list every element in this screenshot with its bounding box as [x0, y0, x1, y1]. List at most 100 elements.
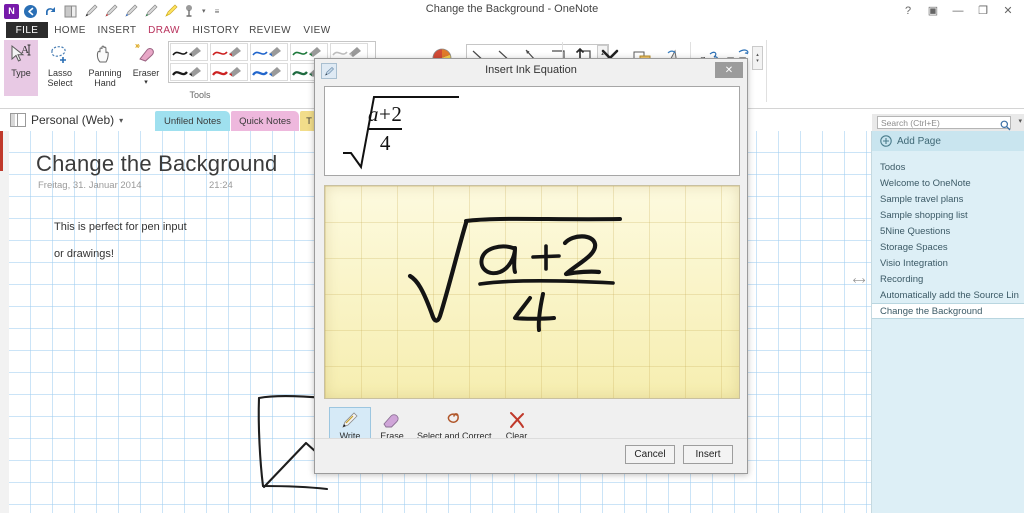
equation-preview: a+2 4: [324, 86, 740, 176]
numerator-variable: a: [368, 102, 379, 126]
page-list-item[interactable]: Automatically add the Source Lin: [872, 287, 1024, 303]
section-tab-quick-notes[interactable]: Quick Notes: [231, 111, 299, 131]
fraction-numerator: a+2: [368, 102, 402, 127]
ribbon-tab-strip: FILE HOME INSERT DRAW HISTORY REVIEW VIE…: [0, 22, 1024, 38]
restore-button[interactable]: ❐: [971, 2, 995, 19]
tab-history[interactable]: HISTORY: [192, 22, 240, 38]
eraser-icon: [133, 40, 159, 66]
pen-write-icon: [340, 409, 360, 431]
page-date: Freitag, 31. Januar 2014: [38, 180, 142, 191]
tab-insert[interactable]: INSERT: [96, 22, 138, 38]
pen-swatch[interactable]: [170, 43, 208, 61]
tab-draw[interactable]: DRAW: [144, 22, 184, 39]
page-list-item-selected[interactable]: Change the Background: [872, 303, 1024, 319]
pen-swatch[interactable]: [210, 63, 248, 81]
tab-view[interactable]: VIEW: [300, 22, 334, 38]
lasso-select-icon: [47, 40, 73, 66]
page-item-label: Change the Background: [880, 306, 982, 317]
insert-button[interactable]: Insert: [683, 445, 733, 464]
dialog-footer: Cancel Insert: [315, 438, 747, 473]
search-row: Search (Ctrl+E) ▾: [872, 114, 1024, 131]
ribbon-group-tools: A Type Lasso Select: [0, 38, 268, 102]
tool-type-button[interactable]: A Type: [4, 40, 38, 96]
page-item-label: Sample shopping list: [880, 210, 968, 221]
ink-tool-clear[interactable]: Clear: [496, 407, 538, 442]
section-tab-label: T: [306, 116, 312, 127]
tool-lasso-select-button[interactable]: Lasso Select: [40, 40, 80, 96]
expand-arrows-icon[interactable]: ⤢: [850, 272, 867, 289]
pen-swatch[interactable]: [210, 43, 248, 61]
search-dropdown-icon[interactable]: ▾: [1018, 117, 1022, 125]
tab-review[interactable]: REVIEW: [248, 22, 292, 38]
tool-eraser-dropdown[interactable]: ▾: [144, 78, 148, 88]
section-tab-label: Quick Notes: [239, 116, 291, 127]
ink-tool-write[interactable]: Write: [329, 407, 371, 442]
notebook-selector[interactable]: Personal (Web) ▾: [10, 111, 123, 129]
ink-tool-select-and-correct[interactable]: Select and Correct: [413, 407, 496, 442]
lasso-correct-icon: [443, 409, 465, 431]
ribbon-display-button[interactable]: ▣: [921, 2, 945, 19]
window-controls: ? ▣ — ❐ ✕: [896, 2, 1020, 19]
page-item-label: 5Nine Questions: [880, 226, 950, 237]
notebook-icon: [10, 113, 26, 127]
page-body-line-2[interactable]: or drawings!: [54, 248, 114, 260]
search-input[interactable]: Search (Ctrl+E): [877, 116, 1011, 129]
help-button[interactable]: ?: [896, 2, 920, 19]
notebook-accent-bar: [0, 131, 3, 171]
chevron-down-icon[interactable]: ▾: [119, 116, 123, 125]
page-body-line-1[interactable]: This is perfect for pen input: [54, 221, 187, 233]
page-list-item[interactable]: Storage Spaces: [872, 239, 1024, 255]
tool-eraser-button[interactable]: Eraser ▾: [128, 40, 164, 96]
insert-ink-equation-dialog: Insert Ink Equation ✕ a+2 4: [314, 58, 748, 474]
close-button[interactable]: ✕: [996, 2, 1020, 19]
section-tab-unfiled-notes[interactable]: Unfiled Notes: [155, 111, 230, 131]
onenote-window: N: [0, 0, 1024, 513]
tool-lasso-line1: Lasso: [48, 68, 72, 78]
dialog-title: Insert Ink Equation: [315, 64, 747, 76]
page-list-item[interactable]: Todos: [872, 159, 1024, 175]
tool-panning-line1: Panning: [88, 68, 121, 78]
minimize-button[interactable]: —: [946, 2, 970, 19]
type-cursor-icon: A: [8, 40, 34, 66]
plus-circle-icon: [880, 135, 892, 147]
dialog-title-bar[interactable]: Insert Ink Equation ✕: [315, 59, 747, 81]
tool-lasso-line2: Select: [47, 78, 72, 88]
page-list-item[interactable]: Visio Integration: [872, 255, 1024, 271]
notebook-name: Personal (Web): [31, 113, 114, 127]
ink-writing-canvas[interactable]: [324, 185, 740, 399]
page-list-item[interactable]: Welcome to OneNote: [872, 175, 1024, 191]
page-list-item[interactable]: Recording: [872, 271, 1024, 287]
numerator-number: 2: [391, 102, 402, 126]
add-page-button[interactable]: Add Page: [872, 131, 1024, 151]
tool-panning-line2: Hand: [94, 78, 116, 88]
section-tab-label: Unfiled Notes: [164, 116, 221, 127]
edit-group-more[interactable]: ▴▾: [752, 46, 763, 70]
ink-tools-strip: Write Erase Select and Correct Clear: [329, 407, 538, 442]
page-list-item[interactable]: Sample travel plans: [872, 191, 1024, 207]
page-time: 21:24: [209, 180, 233, 191]
page-list-item[interactable]: 5Nine Questions: [872, 223, 1024, 239]
page-list: Todos Welcome to OneNote Sample travel p…: [872, 159, 1024, 319]
ribbon-group-tools-label: Tools: [140, 90, 260, 100]
numerator-operator: +: [379, 102, 391, 126]
svg-text:A: A: [21, 44, 29, 56]
page-item-label: Welcome to OneNote: [880, 178, 971, 189]
page-item-label: Recording: [880, 274, 923, 285]
ink-strokes: [325, 186, 739, 398]
ink-tool-erase[interactable]: Erase: [371, 407, 413, 442]
dialog-close-button[interactable]: ✕: [715, 62, 743, 78]
pen-swatch[interactable]: [250, 43, 288, 61]
cancel-button[interactable]: Cancel: [625, 445, 675, 464]
equation-preview-fraction: a+2 4: [368, 102, 402, 156]
page-list-item[interactable]: Sample shopping list: [872, 207, 1024, 223]
ink-equation-icon: [321, 63, 337, 79]
tab-home[interactable]: HOME: [50, 22, 90, 38]
eraser-icon: [381, 409, 403, 431]
pen-swatch[interactable]: [250, 63, 288, 81]
page-title[interactable]: Change the Background: [36, 151, 277, 177]
title-bar: N: [0, 0, 1024, 22]
pen-swatch[interactable]: [170, 63, 208, 81]
tab-file[interactable]: FILE: [6, 22, 48, 38]
page-item-label: Automatically add the Source Lin: [880, 290, 1019, 301]
tool-panning-hand-button[interactable]: Panning Hand: [82, 40, 128, 96]
